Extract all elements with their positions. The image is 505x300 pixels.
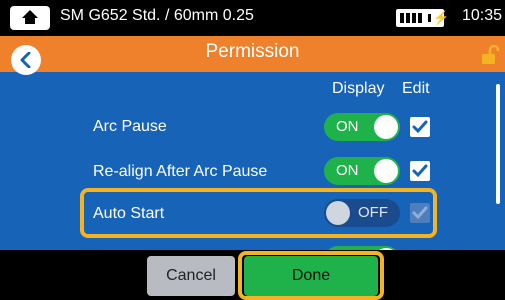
cancel-button[interactable]: Cancel: [147, 256, 235, 296]
battery-charging-icon: ⚡: [396, 9, 449, 27]
realign-edit-checkbox[interactable]: [410, 161, 430, 181]
checkmark-icon: [412, 120, 428, 134]
realign-display-toggle[interactable]: ON: [324, 157, 400, 185]
home-button[interactable]: [10, 6, 50, 30]
home-icon: [22, 10, 38, 24]
scrollbar[interactable]: [496, 84, 500, 204]
row-label-realign-after-arc-pause: Re-align After Arc Pause: [93, 163, 268, 180]
done-highlight-frame: [238, 251, 384, 300]
toggle-state-label: ON: [336, 162, 359, 179]
auto-start-highlight-frame: [80, 188, 437, 238]
unlock-icon[interactable]: [482, 45, 500, 65]
row-label-arc-pause: Arc Pause: [93, 118, 167, 135]
clock: 10:35: [462, 7, 503, 24]
splice-program-title: SM G652 Std. / 60mm 0.25: [60, 7, 254, 24]
arc-pause-edit-checkbox[interactable]: [410, 117, 430, 137]
column-display: Display: [332, 80, 385, 97]
status-bar: SM G652 Std. / 60mm 0.25 ⚡ 10:35: [0, 0, 505, 36]
toggle-knob: [374, 159, 398, 183]
toggle-state-label: ON: [336, 118, 359, 135]
checkmark-icon: [412, 164, 428, 178]
arc-pause-display-toggle[interactable]: ON: [324, 113, 400, 141]
page-title: Permission: [205, 41, 300, 62]
column-edit: Edit: [402, 80, 430, 97]
toggle-knob: [374, 115, 398, 139]
permission-screen: SM G652 Std. / 60mm 0.25 ⚡ 10:35 Permiss…: [0, 0, 505, 300]
